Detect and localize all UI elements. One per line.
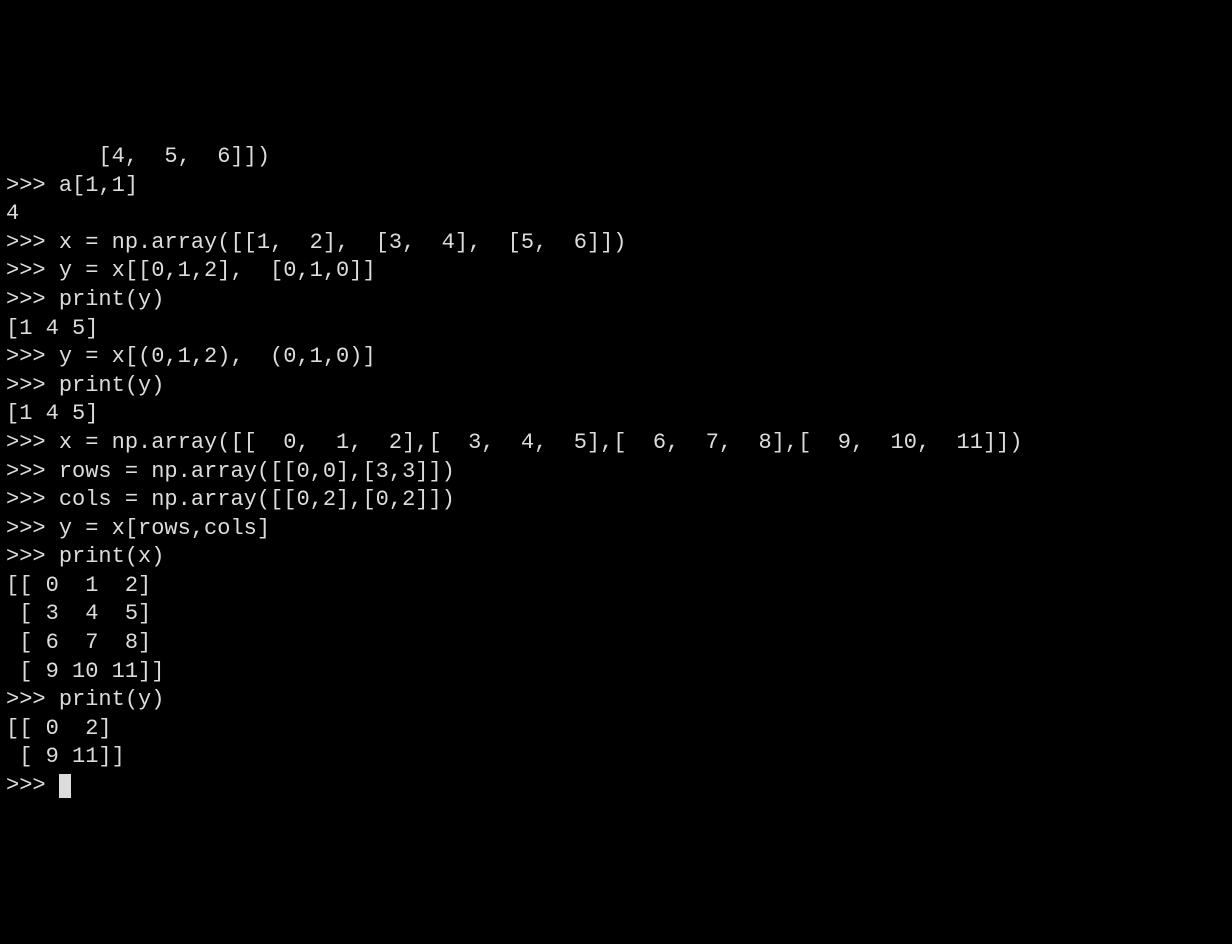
terminal-output[interactable]: [4, 5, 6]])>>> a[1,1]4>>> x = np.array([… <box>0 114 1232 800</box>
terminal-line: >>> x = np.array([[ 0, 1, 2],[ 3, 4, 5],… <box>6 429 1232 458</box>
terminal-line: [ 3 4 5] <box>6 600 1232 629</box>
terminal-line: [1 4 5] <box>6 315 1232 344</box>
repl-prompt: >>> <box>6 230 59 255</box>
terminal-line: [[ 0 1 2] <box>6 572 1232 601</box>
repl-input-text: print(y) <box>59 687 165 712</box>
repl-input-text: rows = np.array([[0,0],[3,3]]) <box>59 459 455 484</box>
repl-output-text: [ 6 7 8] <box>6 630 151 655</box>
repl-prompt: >>> <box>6 344 59 369</box>
terminal-line: [1 4 5] <box>6 400 1232 429</box>
terminal-line: >>> rows = np.array([[0,0],[3,3]]) <box>6 458 1232 487</box>
terminal-line: [4, 5, 6]]) <box>6 143 1232 172</box>
repl-output-text: [1 4 5] <box>6 316 98 341</box>
repl-prompt: >>> <box>6 373 59 398</box>
repl-prompt: >>> <box>6 687 59 712</box>
repl-prompt: >>> <box>6 516 59 541</box>
repl-prompt: >>> <box>6 773 59 798</box>
repl-output-text: [[ 0 2] <box>6 716 112 741</box>
terminal-line: >>> y = x[[0,1,2], [0,1,0]] <box>6 257 1232 286</box>
repl-input-text: y = x[[0,1,2], [0,1,0]] <box>59 258 376 283</box>
terminal-line: [ 9 11]] <box>6 743 1232 772</box>
repl-prompt: >>> <box>6 287 59 312</box>
repl-output-text: [ 9 11]] <box>6 744 125 769</box>
repl-prompt: >>> <box>6 544 59 569</box>
repl-input-text: y = x[rows,cols] <box>59 516 270 541</box>
terminal-line: [ 9 10 11]] <box>6 658 1232 687</box>
repl-output-text: [4, 5, 6]]) <box>6 144 270 169</box>
repl-prompt: >>> <box>6 258 59 283</box>
terminal-cursor <box>59 774 71 798</box>
repl-input-text: a[1,1] <box>59 173 138 198</box>
terminal-line: >>> x = np.array([[1, 2], [3, 4], [5, 6]… <box>6 229 1232 258</box>
repl-input-text: x = np.array([[1, 2], [3, 4], [5, 6]]) <box>59 230 627 255</box>
terminal-line: >>> a[1,1] <box>6 172 1232 201</box>
terminal-line: >>> print(y) <box>6 372 1232 401</box>
repl-output-text: [1 4 5] <box>6 401 98 426</box>
repl-prompt: >>> <box>6 173 59 198</box>
terminal-line: >>> cols = np.array([[0,2],[0,2]]) <box>6 486 1232 515</box>
repl-prompt: >>> <box>6 487 59 512</box>
repl-input-text: print(x) <box>59 544 165 569</box>
repl-prompt: >>> <box>6 430 59 455</box>
terminal-line: 4 <box>6 200 1232 229</box>
repl-prompt: >>> <box>6 459 59 484</box>
repl-input-text: print(y) <box>59 287 165 312</box>
terminal-line: >>> y = x[rows,cols] <box>6 515 1232 544</box>
terminal-line: >>> print(x) <box>6 543 1232 572</box>
terminal-line: >>> <box>6 772 1232 801</box>
repl-input-text: cols = np.array([[0,2],[0,2]]) <box>59 487 455 512</box>
terminal-line: >>> y = x[(0,1,2), (0,1,0)] <box>6 343 1232 372</box>
terminal-line: [[ 0 2] <box>6 715 1232 744</box>
terminal-line: [ 6 7 8] <box>6 629 1232 658</box>
repl-output-text: [ 9 10 11]] <box>6 659 164 684</box>
terminal-line: >>> print(y) <box>6 686 1232 715</box>
repl-input-text: x = np.array([[ 0, 1, 2],[ 3, 4, 5],[ 6,… <box>59 430 1023 455</box>
repl-input-text: print(y) <box>59 373 165 398</box>
repl-output-text: [[ 0 1 2] <box>6 573 151 598</box>
terminal-line: >>> print(y) <box>6 286 1232 315</box>
repl-output-text: 4 <box>6 201 19 226</box>
repl-output-text: [ 3 4 5] <box>6 601 151 626</box>
repl-input-text: y = x[(0,1,2), (0,1,0)] <box>59 344 376 369</box>
